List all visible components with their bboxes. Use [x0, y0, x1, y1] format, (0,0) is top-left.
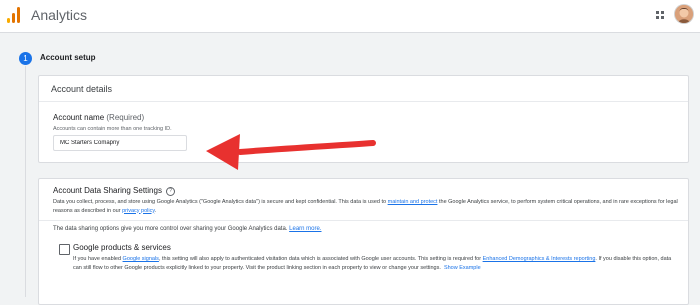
step-number: 1	[19, 52, 32, 65]
step-title: Account setup	[40, 53, 96, 62]
sharing-intro-text: The data sharing options give you more c…	[53, 226, 290, 232]
account-name-label-text: Account name	[53, 113, 105, 122]
card-title: Account details	[51, 84, 113, 94]
analytics-logo[interactable]	[7, 7, 21, 23]
enhanced-demographics-link[interactable]: Enhanced Demographics & Interests report…	[483, 256, 596, 262]
logo-bar-tall	[17, 7, 20, 23]
account-name-hint: Accounts can contain more than one track…	[53, 126, 172, 132]
sharing-title-text: Account Data Sharing Settings	[53, 186, 162, 195]
required-marker: (Required)	[106, 113, 145, 122]
help-icon[interactable]: ?	[166, 187, 176, 196]
option-desc-text: If you have enabled	[73, 256, 123, 262]
top-app-bar: Analytics	[0, 0, 700, 33]
privacy-policy-link[interactable]: privacy policy	[122, 208, 155, 214]
maintain-protect-link[interactable]: maintain and protect	[388, 199, 438, 205]
apps-grid-icon[interactable]	[656, 11, 664, 19]
sharing-desc-text-3: .	[154, 207, 157, 214]
google-products-label[interactable]: Google products & services	[73, 243, 171, 252]
account-name-input[interactable]	[53, 135, 187, 151]
sharing-title: Account Data Sharing Settings ?	[53, 186, 176, 196]
learn-more-link[interactable]: Learn more.	[289, 226, 321, 232]
sharing-description: Data you collect, process, and store usi…	[53, 198, 683, 215]
google-products-description: If you have enabled Google signals, this…	[73, 255, 673, 272]
account-details-card: Account details Account name (Required) …	[38, 75, 689, 163]
avatar[interactable]	[675, 5, 693, 23]
google-signals-link[interactable]: Google signals	[123, 256, 159, 262]
app-title: Analytics	[31, 7, 88, 23]
option-desc-text-2: , this setting will also apply to authen…	[158, 256, 483, 262]
divider	[39, 101, 688, 102]
avatar-image	[675, 5, 693, 23]
logo-bar-medium	[12, 13, 15, 23]
google-products-checkbox[interactable]	[59, 244, 70, 255]
account-name-label: Account name (Required)	[53, 113, 144, 122]
step-rail	[25, 66, 26, 297]
show-example-link[interactable]: Show Example	[444, 265, 481, 271]
sharing-intro: The data sharing options give you more c…	[53, 226, 322, 232]
sharing-desc-text: Data you collect, process, and store usi…	[53, 199, 388, 205]
divider	[39, 220, 688, 221]
data-sharing-card: Account Data Sharing Settings ? Data you…	[38, 178, 689, 305]
logo-bar-short	[7, 18, 10, 23]
